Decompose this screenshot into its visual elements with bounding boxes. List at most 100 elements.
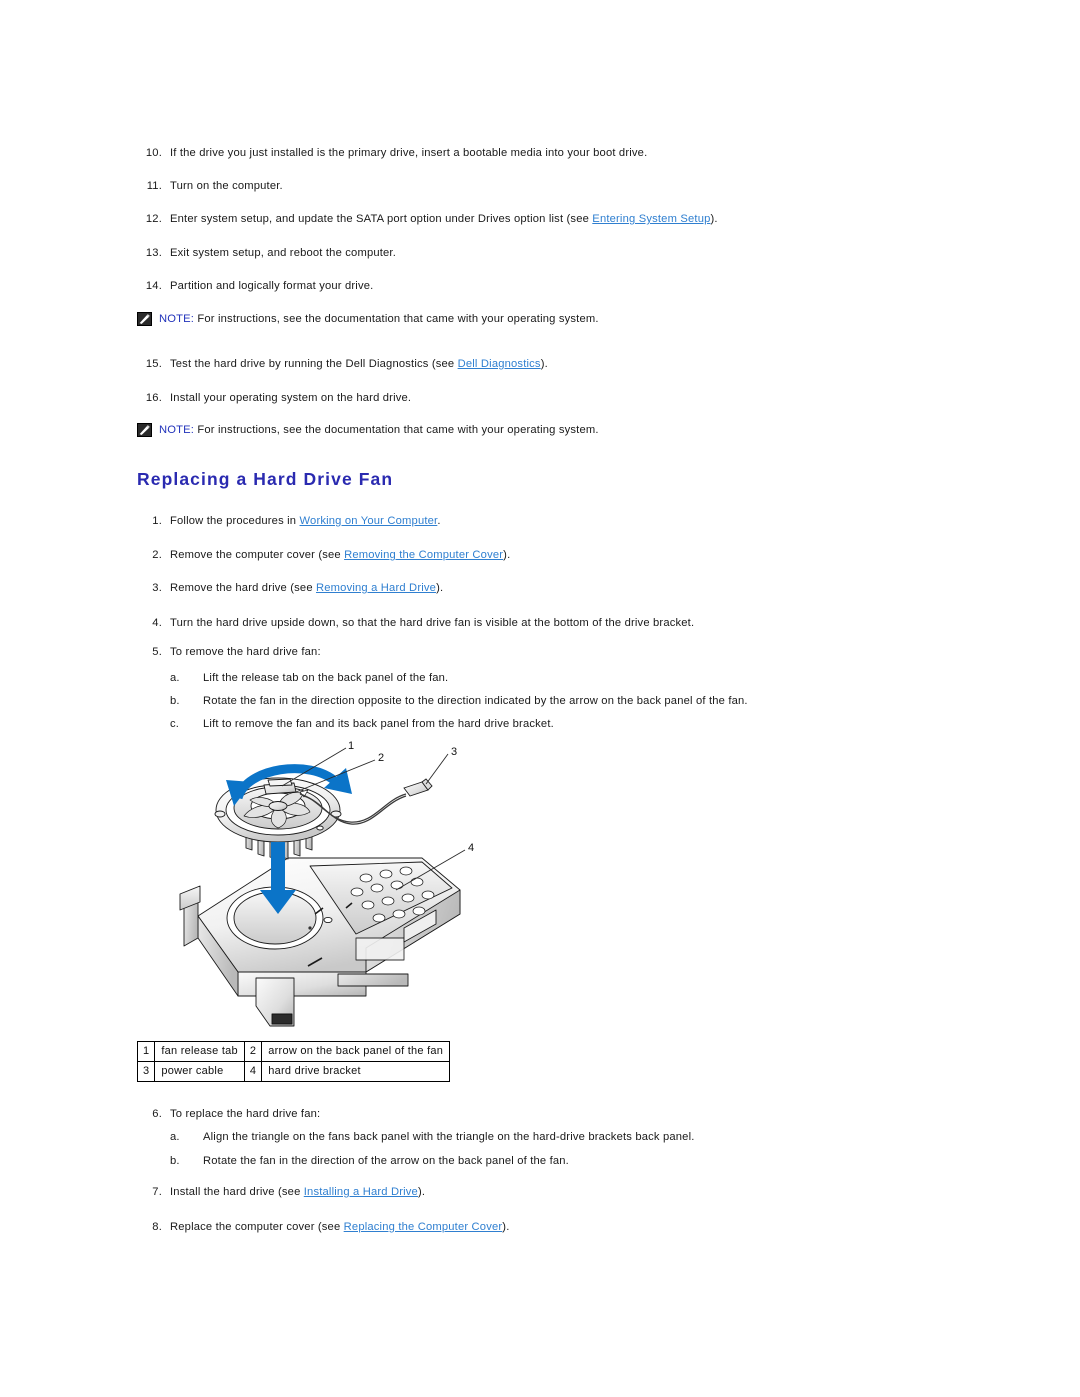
step-text: Turn the hard drive upside down, so that…	[170, 617, 695, 629]
link-installing-a-hard-drive[interactable]: Installing a Hard Drive	[304, 1186, 418, 1198]
list-item-remove-sub-c: c. Lift to remove the fan and its back p…	[170, 717, 554, 731]
step-text: Follow the procedures in Working on Your…	[170, 514, 441, 528]
step-number: 3.	[152, 582, 162, 594]
substep-text: Rotate the fan in the direction of the a…	[203, 1155, 569, 1167]
list-item-step-13: 13. Exit system setup, and reboot the co…	[137, 246, 396, 260]
note-callout-1: NOTE: For instructions, see the document…	[137, 312, 599, 326]
step-number: 14.	[145, 280, 162, 292]
list-item-proc-2: 2. Remove the computer cover (see Removi…	[137, 548, 510, 562]
step-text-pre: Replace the computer cover (see	[170, 1221, 344, 1233]
legend-index: 1	[136, 1041, 156, 1062]
link-removing-the-computer-cover[interactable]: Removing the Computer Cover	[344, 549, 503, 561]
substep-letter: c.	[170, 718, 180, 730]
step-text: Remove the hard drive (see Removing a Ha…	[170, 581, 443, 595]
step-text-post: ).	[502, 1221, 510, 1233]
hard-drive-bracket-graphic	[179, 857, 461, 1027]
hard-drive-fan-exploded-diagram: 1 2 3 4	[160, 738, 500, 1033]
step-number: 2.	[152, 549, 162, 561]
step-number: 15.	[145, 358, 162, 370]
step-text: Enter system setup, and update the SATA …	[170, 212, 718, 226]
link-replacing-the-computer-cover[interactable]: Replacing the Computer Cover	[344, 1221, 503, 1233]
step-text: Test the hard drive by running the Dell …	[170, 357, 548, 371]
substep-letter: b.	[170, 695, 180, 707]
list-item-remove-sub-a: a. Lift the release tab on the back pane…	[170, 671, 448, 685]
step-text-post: ).	[710, 213, 718, 225]
link-working-on-your-computer[interactable]: Working on Your Computer	[300, 515, 438, 527]
legend-label: hard drive bracket	[261, 1061, 451, 1082]
callout-number-3: 3	[451, 746, 457, 758]
note-text: For instructions, see the documentation …	[194, 313, 599, 325]
note-callout-2: NOTE: For instructions, see the document…	[137, 423, 599, 437]
callout-number-1: 1	[348, 740, 354, 752]
note-label: NOTE:	[159, 424, 195, 436]
step-number: 6.	[152, 1108, 162, 1120]
step-text-pre: Test the hard drive by running the Dell …	[170, 358, 458, 370]
note-text: For instructions, see the documentation …	[194, 424, 599, 436]
step-number: 8.	[152, 1221, 162, 1233]
step-number: 5.	[152, 646, 162, 658]
list-item-step-16: 16. Install your operating system on the…	[137, 391, 411, 405]
step-text-pre: Remove the computer cover (see	[170, 549, 345, 561]
list-item-replace-sub-a: a. Align the triangle on the fans back p…	[170, 1130, 695, 1144]
legend-label: power cable	[154, 1061, 245, 1082]
substep-letter: b.	[170, 1155, 180, 1167]
step-text: Replace the computer cover (see Replacin…	[170, 1220, 510, 1234]
step-text-post: ).	[540, 358, 548, 370]
step-text: Partition and logically format your driv…	[170, 280, 374, 292]
step-text: Remove the computer cover (see Removing …	[170, 548, 510, 562]
step-text: To remove the hard drive fan:	[170, 646, 321, 658]
legend-index: 3	[136, 1061, 156, 1082]
document-page: 10. If the drive you just installed is t…	[0, 0, 1080, 1397]
list-item-final-7: 7. Install the hard drive (see Installin…	[137, 1185, 425, 1199]
list-item-proc-1: 1. Follow the procedures in Working on Y…	[137, 514, 441, 528]
table-row: 3 power cable 4 hard drive bracket	[136, 1061, 451, 1082]
list-item-replace-sub-b: b. Rotate the fan in the direction of th…	[170, 1154, 569, 1168]
step-text: Install your operating system on the har…	[170, 392, 412, 404]
link-dell-diagnostics[interactable]: Dell Diagnostics	[458, 358, 541, 370]
list-item-step-11: 11. Turn on the computer.	[137, 179, 283, 193]
figure-legend-table: 1 fan release tab 2 arrow on the back pa…	[136, 1041, 451, 1082]
substep-letter: a.	[170, 672, 180, 684]
list-item-proc-5: 5. To remove the hard drive fan:	[137, 645, 321, 659]
list-item-proc-4: 4. Turn the hard drive upside down, so t…	[137, 616, 694, 630]
step-text-post: .	[437, 515, 441, 527]
step-text-pre: Remove the hard drive (see	[170, 582, 317, 594]
step-number: 4.	[152, 617, 162, 629]
link-removing-a-hard-drive[interactable]: Removing a Hard Drive	[316, 582, 436, 594]
substep-text: Lift to remove the fan and its back pane…	[203, 718, 554, 730]
step-number: 12.	[145, 213, 162, 225]
step-text: To replace the hard drive fan:	[170, 1108, 321, 1120]
step-number: 10.	[145, 147, 162, 159]
step-text-pre: Enter system setup, and update the SATA …	[170, 213, 593, 225]
step-text-post: ).	[417, 1186, 426, 1198]
step-text-pre: Follow the procedures in	[170, 515, 300, 527]
step-text: If the drive you just installed is the p…	[170, 147, 648, 159]
list-item-step-14: 14. Partition and logically format your …	[137, 279, 373, 293]
list-item-step-10: 10. If the drive you just installed is t…	[137, 146, 647, 160]
link-entering-system-setup[interactable]: Entering System Setup	[592, 213, 710, 225]
page-title: Replacing a Hard Drive Fan	[137, 469, 394, 489]
note-pencil-icon	[137, 312, 152, 326]
step-number: 7.	[152, 1186, 162, 1198]
list-item-step-15: 15. Test the hard drive by running the D…	[137, 357, 548, 371]
step-number: 1.	[152, 515, 162, 527]
note-pencil-icon	[137, 423, 152, 437]
list-item-replace-6: 6. To replace the hard drive fan:	[137, 1107, 320, 1121]
step-number: 11.	[146, 180, 162, 192]
list-item-proc-3: 3. Remove the hard drive (see Removing a…	[137, 581, 443, 595]
substep-text: Lift the release tab on the back panel o…	[203, 672, 449, 684]
list-item-step-12: 12. Enter system setup, and update the S…	[137, 212, 718, 226]
legend-label: arrow on the back panel of the fan	[261, 1041, 451, 1062]
substep-text: Rotate the fan in the direction opposite…	[203, 695, 748, 707]
list-item-final-8: 8. Replace the computer cover (see Repla…	[137, 1220, 510, 1234]
callout-number-4: 4	[468, 842, 474, 854]
legend-label: fan release tab	[154, 1041, 245, 1062]
legend-index: 4	[243, 1061, 263, 1082]
substep-text: Align the triangle on the fans back pane…	[203, 1131, 695, 1143]
step-text-pre: Install the hard drive (see	[170, 1186, 304, 1198]
step-text: Exit system setup, and reboot the comput…	[170, 247, 397, 259]
table-row: 1 fan release tab 2 arrow on the back pa…	[136, 1041, 451, 1062]
substep-letter: a.	[170, 1131, 180, 1143]
legend-index: 2	[243, 1041, 263, 1062]
step-number: 16.	[145, 392, 162, 404]
